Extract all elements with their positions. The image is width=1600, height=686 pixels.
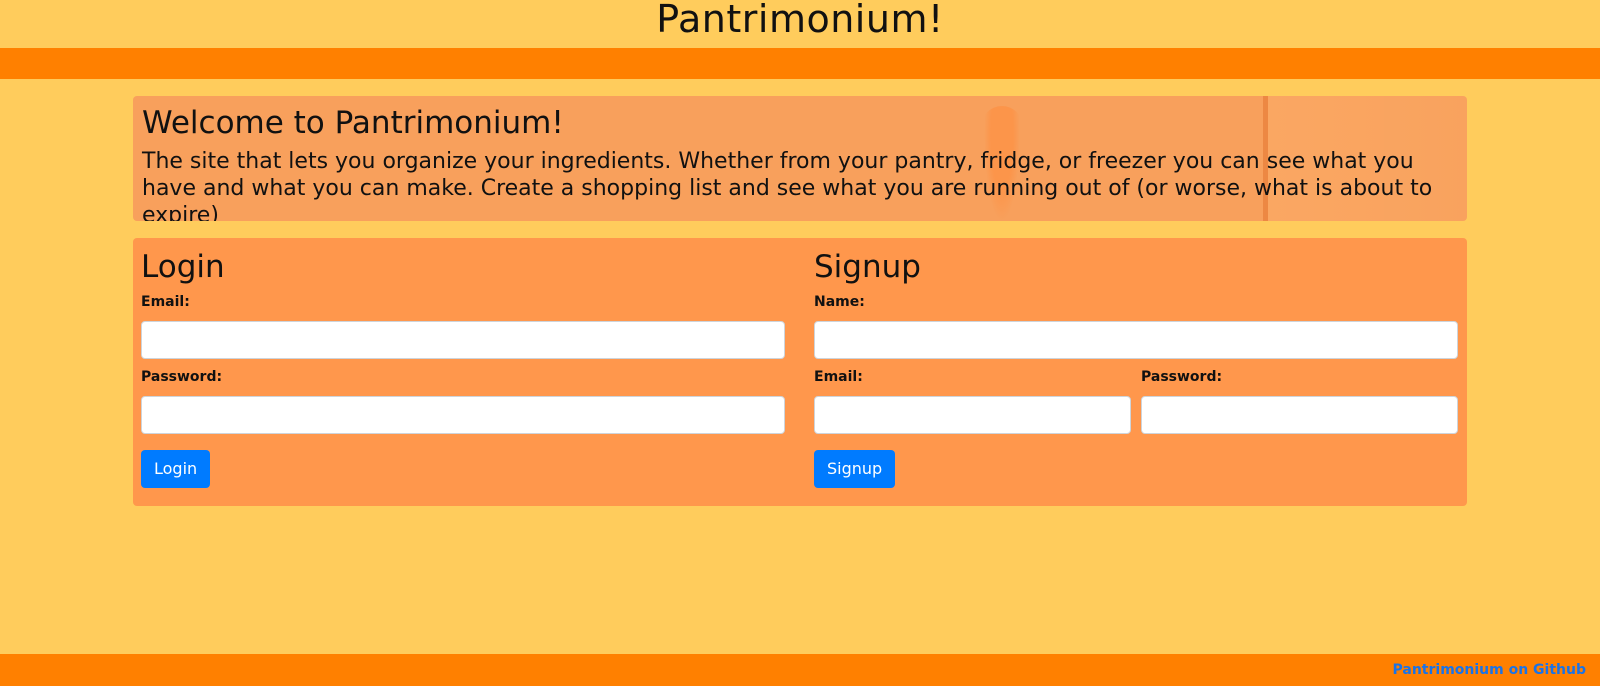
site-header: Pantrimonium!: [0, 0, 1600, 48]
signup-heading: Signup: [814, 249, 921, 285]
site-footer: Pantrimonium on Github: [0, 654, 1600, 686]
signup-password-label: Password:: [1141, 369, 1223, 385]
signup-email-group: Email:: [814, 359, 1131, 434]
signup-email-label: Email:: [814, 369, 863, 385]
welcome-jumbotron: Welcome to Pantrimonium! The site that l…: [133, 96, 1467, 221]
top-nav-bar: [0, 48, 1600, 79]
auth-panel: Login Email: Password: Login Signup Name…: [133, 238, 1467, 506]
login-email-label: Email:: [141, 294, 190, 310]
login-password-input[interactable]: [141, 396, 785, 434]
signup-password-input[interactable]: [1141, 396, 1458, 434]
signup-credentials-row: Email: Password:: [814, 359, 1458, 434]
signup-name-label: Name:: [814, 294, 865, 310]
login-form: Login Email: Password: Login: [141, 238, 785, 488]
github-link[interactable]: Pantrimonium on Github: [1393, 662, 1587, 678]
welcome-description: The site that lets you organize your ing…: [142, 149, 1433, 221]
welcome-heading: Welcome to Pantrimonium!: [142, 105, 564, 141]
login-email-input[interactable]: [141, 321, 785, 359]
signup-password-group: Password:: [1141, 359, 1458, 434]
login-heading: Login: [141, 249, 225, 285]
site-title: Pantrimonium!: [656, 0, 944, 41]
signup-name-input[interactable]: [814, 321, 1458, 359]
signup-form: Signup Name: Email: Password: Signup: [814, 238, 1458, 488]
signup-email-input[interactable]: [814, 396, 1131, 434]
signup-button[interactable]: Signup: [814, 450, 896, 488]
login-password-label: Password:: [141, 369, 223, 385]
login-button[interactable]: Login: [141, 450, 211, 488]
